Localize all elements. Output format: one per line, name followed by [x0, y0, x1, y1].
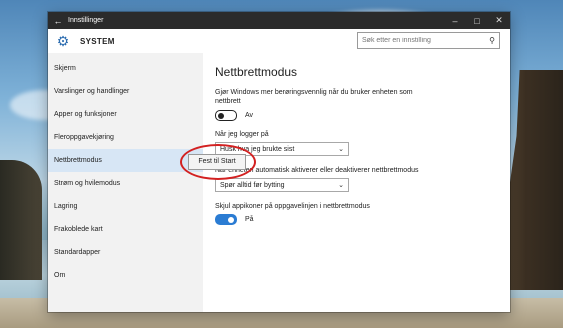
hide-icons-label: Skjul appikoner på oppgavelinjen i nettb…	[215, 203, 370, 210]
touch-mode-state: Av	[245, 112, 254, 119]
rock-right	[501, 70, 563, 290]
minimize-button[interactable]: –	[444, 16, 466, 26]
window-title: Innstillinger	[68, 17, 104, 24]
switch-dropdown[interactable]: Spør alltid før bytting ⌄	[215, 178, 349, 192]
rock-left	[0, 160, 42, 280]
chevron-down-icon: ⌄	[338, 182, 344, 189]
red-highlight-circle	[180, 144, 256, 180]
search-icon[interactable]: ⚲	[485, 36, 499, 45]
gear-icon: ⚙	[56, 32, 70, 49]
sidebar-item-skjerm[interactable]: Skjerm	[48, 57, 203, 80]
sidebar-item-standardapper[interactable]: Standardapper	[48, 241, 203, 264]
sidebar-item-varslinger[interactable]: Varslinger og handlinger	[48, 80, 203, 103]
signin-label: Når jeg logger på	[215, 131, 269, 138]
hide-icons-toggle[interactable]	[215, 214, 237, 225]
search-box[interactable]: ⚲	[357, 32, 500, 49]
sidebar-item-strom[interactable]: Strøm og hvilemodus	[48, 172, 203, 195]
hide-icons-state: På	[245, 216, 254, 223]
main-panel: Nettbrettmodus Gjør Windows mer berøring…	[203, 53, 510, 312]
sidebar-item-om[interactable]: Om	[48, 264, 203, 287]
switch-value: Spør alltid før bytting	[220, 181, 285, 189]
chevron-down-icon: ⌄	[338, 146, 344, 153]
sidebar-item-lagring[interactable]: Lagring	[48, 195, 203, 218]
search-input[interactable]	[358, 36, 485, 45]
sidebar-item-fleroppgave[interactable]: Fleroppgavekjøring	[48, 126, 203, 149]
sidebar: Skjerm Varslinger og handlinger Apper og…	[48, 53, 203, 312]
close-button[interactable]: ✕	[488, 15, 510, 26]
title-bar: ← Innstillinger – □ ✕	[48, 12, 510, 29]
sidebar-item-kart[interactable]: Frakoblede kart	[48, 218, 203, 241]
page-title: Nettbrettmodus	[215, 65, 298, 79]
back-arrow-icon[interactable]: ←	[48, 16, 68, 26]
switch-label: Når enheten automatisk aktiverer eller d…	[215, 167, 419, 174]
touch-mode-toggle[interactable]	[215, 110, 237, 121]
touch-description: Gjør Windows mer berøringsvennlig når du…	[215, 89, 413, 105]
maximize-button[interactable]: □	[466, 16, 488, 26]
settings-window: ← Innstillinger – □ ✕ ⚙ SYSTEM ⚲ Skjerm …	[48, 12, 510, 312]
sidebar-item-apper[interactable]: Apper og funksjoner	[48, 103, 203, 126]
